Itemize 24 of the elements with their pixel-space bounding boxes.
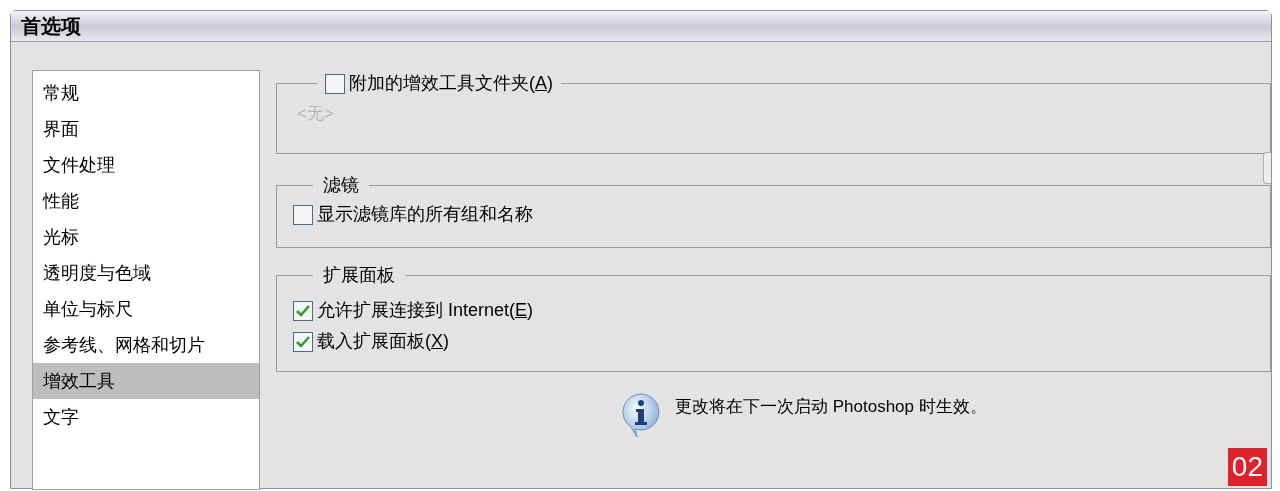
option-label: 允许扩展连接到 Internet(E) (317, 299, 534, 322)
category-item[interactable]: 参考线、网格和切片 (33, 327, 259, 363)
notice-text: 更改将在下一次启动 Photoshop 时生效。 (675, 396, 987, 418)
checkbox[interactable] (293, 331, 313, 352)
checkbox[interactable] (293, 300, 313, 321)
category-item[interactable]: 性能 (33, 183, 259, 219)
category-item[interactable]: 光标 (33, 219, 259, 255)
category-item[interactable]: 单位与标尺 (33, 291, 259, 327)
checkbox[interactable] (325, 73, 345, 94)
option-label: 附加的增效工具文件夹(A) (349, 72, 553, 95)
option-label: 显示滤镜库的所有组和名称 (317, 203, 533, 226)
checkbox[interactable] (293, 204, 313, 225)
info-icon (621, 392, 661, 438)
group-title: 扩展面板 (322, 264, 396, 287)
group-title: 滤镜 (322, 174, 360, 197)
category-item[interactable]: 文件处理 (33, 147, 259, 183)
category-item[interactable]: 界面 (33, 111, 259, 147)
category-item[interactable]: 文字 (33, 399, 259, 435)
category-item[interactable]: 增效工具 (33, 363, 259, 399)
window-title: 首选项 (21, 14, 81, 39)
category-item[interactable]: 常规 (33, 75, 259, 111)
figure-number: 02 (1227, 448, 1267, 486)
category-item[interactable]: 透明度与色域 (33, 255, 259, 291)
option-label: 载入扩展面板(X) (317, 330, 449, 353)
